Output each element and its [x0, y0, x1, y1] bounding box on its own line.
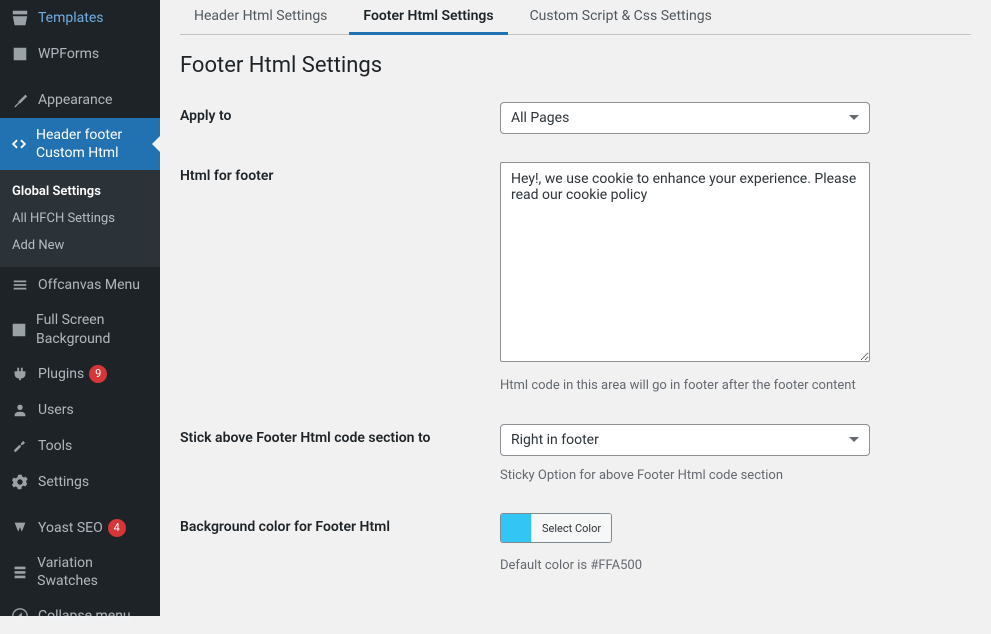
- yoast-badge: 4: [108, 519, 126, 537]
- tab-custom-script-css-settings[interactable]: Custom Script & Css Settings: [516, 0, 726, 35]
- row-stick: Stick above Footer Html code section to …: [180, 410, 971, 500]
- select-stick[interactable]: Right in footer: [500, 424, 870, 456]
- sidebar-label: Full Screen Background: [36, 311, 152, 347]
- tab-footer-html-settings[interactable]: Footer Html Settings: [349, 0, 507, 35]
- submenu-item-add-new[interactable]: Add New: [0, 232, 160, 259]
- yoast-icon: [10, 518, 30, 538]
- sidebar-label: Tools: [38, 437, 72, 455]
- settings-tabs: Header Html Settings Footer Html Setting…: [180, 0, 971, 35]
- plugins-badge: 9: [89, 365, 107, 383]
- menu-icon: [10, 275, 30, 295]
- sidebar-label: Settings: [38, 473, 89, 491]
- tab-header-html-settings[interactable]: Header Html Settings: [180, 0, 341, 35]
- select-color-button[interactable]: Select Color: [531, 514, 611, 542]
- submenu-item-all-hfch-settings[interactable]: All HFCH Settings: [0, 205, 160, 232]
- label-apply-to: Apply to: [180, 102, 500, 124]
- sidebar-item-offcanvas-menu[interactable]: Offcanvas Menu: [0, 267, 160, 303]
- row-html-footer: Html for footer Html code in this area w…: [180, 148, 971, 410]
- sidebar-label: Templates: [38, 9, 104, 27]
- sidebar-label: Collapse menu: [38, 607, 131, 625]
- sidebar-item-plugins[interactable]: Plugins 9: [0, 356, 160, 392]
- settings-icon: [10, 472, 30, 492]
- row-apply-to: Apply to All Pages: [180, 88, 971, 148]
- sidebar-label: Users: [38, 401, 74, 419]
- select-apply-to[interactable]: All Pages: [500, 102, 870, 134]
- sidebar-collapse[interactable]: Collapse menu: [0, 598, 160, 634]
- select-value: All Pages: [511, 110, 569, 126]
- color-swatch: [501, 514, 531, 542]
- main-content: Header Html Settings Footer Html Setting…: [160, 0, 991, 616]
- label-bgcolor: Background color for Footer Html: [180, 513, 500, 535]
- sidebar-item-settings[interactable]: Settings: [0, 464, 160, 500]
- sidebar-label: Variation Swatches: [37, 554, 152, 590]
- row-bgcolor: Background color for Footer Html Select …: [180, 499, 971, 590]
- sidebar-label: Plugins: [38, 365, 84, 383]
- templates-icon: [10, 8, 30, 28]
- sidebar-item-tools[interactable]: Tools: [0, 428, 160, 464]
- sidebar-label: Appearance: [38, 91, 112, 109]
- sidebar-item-header-footer-custom-html[interactable]: Header footer Custom Html: [0, 118, 160, 170]
- code-icon: [10, 134, 28, 154]
- variation-icon: [10, 562, 29, 582]
- sidebar-label: WPForms: [38, 45, 99, 63]
- sidebar-label: Offcanvas Menu: [38, 276, 140, 294]
- textarea-html-footer[interactable]: [500, 162, 870, 362]
- help-stick: Sticky Option for above Footer Html code…: [500, 466, 870, 486]
- plugins-icon: [10, 364, 30, 384]
- help-bgcolor: Default color is #FFA500: [500, 556, 870, 576]
- sidebar-submenu: Global Settings All HFCH Settings Add Ne…: [0, 170, 160, 267]
- sidebar-label: Yoast SEO: [38, 519, 103, 537]
- sidebar-item-users[interactable]: Users: [0, 392, 160, 428]
- sidebar-item-variation-swatches[interactable]: Variation Swatches: [0, 546, 160, 598]
- sidebar-item-wpforms[interactable]: WPForms: [0, 36, 160, 72]
- users-icon: [10, 400, 30, 420]
- page-title: Footer Html Settings: [180, 35, 971, 88]
- collapse-icon: [10, 606, 30, 626]
- help-html-footer: Html code in this area will go in footer…: [500, 376, 870, 396]
- sidebar-label: Header footer Custom Html: [36, 126, 152, 162]
- appearance-icon: [10, 90, 30, 110]
- admin-sidebar: Templates WPForms Appearance Header foot…: [0, 0, 160, 616]
- color-picker[interactable]: Select Color: [500, 513, 612, 543]
- wpforms-icon: [10, 44, 30, 64]
- select-value: Right in footer: [511, 432, 599, 448]
- fullscreen-icon: [10, 320, 28, 340]
- sidebar-item-yoast-seo[interactable]: Yoast SEO 4: [0, 510, 160, 546]
- tools-icon: [10, 436, 30, 456]
- label-html-footer: Html for footer: [180, 162, 500, 184]
- sidebar-item-templates[interactable]: Templates: [0, 0, 160, 36]
- sidebar-item-appearance[interactable]: Appearance: [0, 82, 160, 118]
- submenu-item-global-settings[interactable]: Global Settings: [0, 178, 160, 205]
- sidebar-item-full-screen-background[interactable]: Full Screen Background: [0, 303, 160, 355]
- label-stick: Stick above Footer Html code section to: [180, 424, 500, 446]
